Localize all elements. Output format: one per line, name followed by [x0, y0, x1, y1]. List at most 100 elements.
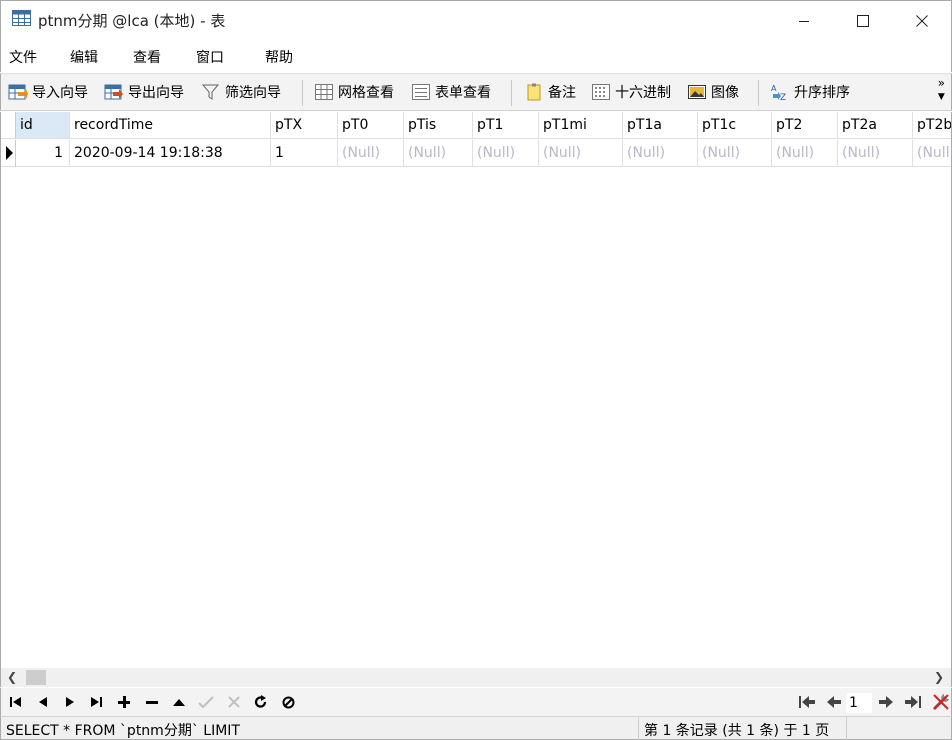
column-header-id[interactable]: id [16, 112, 70, 139]
grid-view-label: 网格查看 [338, 85, 394, 101]
cell-ptis[interactable]: (Null) [404, 140, 473, 167]
hex-button[interactable]: 十六进制 [591, 80, 671, 104]
previous-page-button[interactable] [825, 694, 843, 710]
stop-button[interactable] [279, 694, 297, 710]
hex-label: 十六进制 [615, 85, 671, 101]
first-record-button[interactable] [7, 694, 25, 710]
cell-pt1c[interactable]: (Null) [698, 140, 772, 167]
sort-ascending-label: 升序排序 [794, 85, 850, 101]
scroll-left-icon[interactable]: ❮ [7, 670, 17, 684]
menu-help[interactable]: 帮助 [265, 47, 293, 67]
table-row[interactable]: 1 2020-09-14 19:18:38 1 (Null) (Null) (N… [1, 140, 951, 167]
export-wizard-button[interactable]: 导出向导 [104, 80, 184, 104]
row-header[interactable] [1, 140, 16, 167]
scrollbar-thumb[interactable] [26, 670, 46, 685]
menu-window[interactable]: 窗口 [196, 47, 224, 67]
column-header-recordtime[interactable]: recordTime [70, 112, 271, 139]
close-icon [916, 15, 928, 27]
column-header-ptis[interactable]: pTis [404, 112, 473, 139]
cell-pt0[interactable]: (Null) [338, 140, 404, 167]
refresh-icon [254, 695, 267, 708]
menu-file[interactable]: 文件 [9, 47, 37, 67]
sort-ascending-button[interactable]: A Z 升序排序 [770, 80, 850, 104]
menu-edit[interactable]: 编辑 [70, 47, 98, 67]
column-header-pt1a[interactable]: pT1a [623, 112, 698, 139]
memo-label: 备注 [548, 85, 576, 101]
svg-text:A: A [771, 84, 777, 93]
column-header-pt1mi[interactable]: pT1mi [539, 112, 623, 139]
toolbar-separator [511, 80, 512, 106]
last-icon [91, 697, 102, 707]
column-header-pt0[interactable]: pT0 [338, 112, 404, 139]
toolbar-separator [758, 80, 759, 106]
hex-icon [592, 84, 610, 100]
menu-view[interactable]: 查看 [133, 47, 161, 67]
import-wizard-button[interactable]: 导入向导 [8, 80, 88, 104]
chevron-down-icon: ▼ [937, 92, 945, 102]
cell-pt1mi[interactable]: (Null) [539, 140, 623, 167]
next-record-button[interactable] [61, 694, 79, 710]
header-row: id recordTime pTX pT0 pTis pT1 pT1mi pT1… [1, 112, 951, 139]
filter-wizard-label: 筛选向导 [225, 85, 281, 101]
scroll-right-icon[interactable]: ❯ [934, 670, 944, 684]
horizontal-scrollbar[interactable]: ❮ ❯ [0, 668, 952, 687]
cell-pt2b[interactable]: (Null) [913, 140, 951, 167]
previous-record-button[interactable] [34, 694, 52, 710]
minimize-button[interactable] [781, 1, 827, 41]
record-navigator [0, 688, 952, 716]
column-header-ptx[interactable]: pTX [271, 112, 338, 139]
maximize-icon [857, 15, 869, 27]
cell-pt1a[interactable]: (Null) [623, 140, 698, 167]
cell-id[interactable]: 1 [16, 140, 70, 167]
note-icon [527, 83, 541, 101]
image-button[interactable]: 图像 [687, 80, 739, 104]
memo-button[interactable]: 备注 [524, 80, 576, 104]
form-view-button[interactable]: 表单查看 [411, 80, 491, 104]
column-header-pt1[interactable]: pT1 [473, 112, 539, 139]
last-record-button[interactable] [87, 694, 105, 710]
column-header-pt2a[interactable]: pT2a [838, 112, 913, 139]
filter-icon [201, 84, 220, 100]
export-wizard-label: 导出向导 [128, 85, 184, 101]
last-page-icon [905, 696, 921, 708]
sql-query-text: SELECT * FROM `ptnm分期` LIMIT [6, 723, 240, 739]
status-divider [638, 717, 639, 740]
column-header-pt2b[interactable]: pT2b [913, 112, 951, 139]
next-page-button[interactable] [877, 694, 895, 710]
cell-pt2[interactable]: (Null) [772, 140, 838, 167]
add-record-button[interactable] [115, 694, 133, 710]
grid-view-button[interactable]: 网格查看 [314, 80, 394, 104]
page-number-input[interactable] [846, 693, 872, 713]
check-icon [198, 696, 214, 708]
cell-pt1[interactable]: (Null) [473, 140, 539, 167]
toolbar-overflow-label: » [937, 76, 945, 90]
close-button[interactable] [899, 1, 945, 41]
move-up-button[interactable] [170, 694, 188, 710]
current-row-icon [6, 146, 13, 160]
delete-record-button[interactable] [143, 694, 161, 710]
last-page-button[interactable] [904, 694, 922, 710]
page-settings-button[interactable] [930, 692, 952, 712]
cancel-icon [228, 696, 240, 708]
form-view-label: 表单查看 [435, 85, 491, 101]
sort-ascending-icon: A Z [771, 84, 786, 101]
column-header-pt1c[interactable]: pT1c [698, 112, 772, 139]
status-divider [846, 717, 847, 740]
export-icon [104, 84, 123, 100]
column-header-pt2[interactable]: pT2 [772, 112, 838, 139]
first-page-button[interactable] [798, 694, 816, 710]
status-bar: SELECT * FROM `ptnm分期` LIMIT 第 1 条记录 (共 … [0, 716, 952, 740]
cell-ptx[interactable]: 1 [271, 140, 338, 167]
maximize-button[interactable] [840, 1, 886, 41]
refresh-button[interactable] [252, 694, 270, 710]
toolbar-overflow-button[interactable]: » ▼ [938, 76, 945, 104]
filter-wizard-button[interactable]: 筛选向导 [201, 80, 281, 104]
grid-icon [315, 84, 333, 100]
menu-bar: 文件 编辑 查看 窗口 帮助 [0, 40, 952, 72]
record-count-text: 第 1 条记录 (共 1 条) 于 1 页 [644, 723, 830, 739]
plus-icon [118, 696, 130, 708]
next-icon [66, 697, 74, 707]
cell-pt2a[interactable]: (Null) [838, 140, 913, 167]
toolbar-separator [302, 80, 303, 106]
cell-recordtime[interactable]: 2020-09-14 19:18:38 [70, 140, 271, 167]
